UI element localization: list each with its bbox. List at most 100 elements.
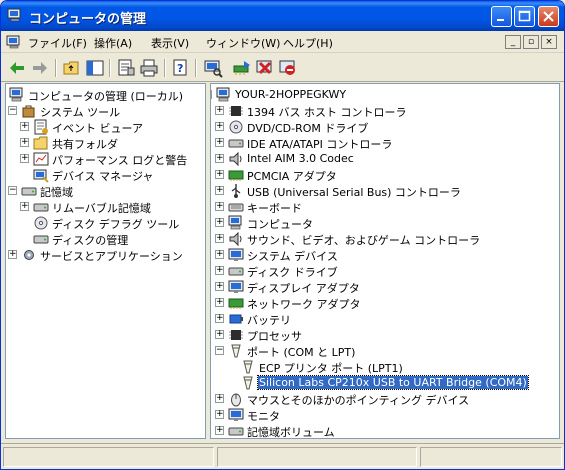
mdi-minimize-button[interactable]: _ [505,35,521,49]
system-device-icon [228,247,244,263]
tree-item[interactable]: + Intel AIM 3.0 Codec [211,151,559,167]
tree-item[interactable]: − ポート (COM と LPT) [211,343,559,359]
mdi-restore-button[interactable]: ▫ [523,35,539,49]
tree-item[interactable]: + 記憶域ボリューム [211,423,559,438]
status-cell [420,447,562,467]
computer-management-icon [9,87,25,103]
minimize-button[interactable] [491,6,512,27]
tree-item[interactable]: − システム ツール [6,103,205,119]
tree-item[interactable]: + モニタ [211,407,559,423]
expand-icon[interactable]: + [215,154,224,163]
expand-icon[interactable]: + [215,394,224,403]
tree-item[interactable]: + サウンド、ビデオ、およびゲーム コントローラ [211,231,559,247]
expand-icon[interactable]: + [215,218,224,227]
cdrom-icon [228,119,244,135]
menu-view[interactable]: 表示(V) [151,35,189,51]
uninstall-icon[interactable] [255,58,275,78]
tree-item[interactable]: + ディスク ドライブ [211,263,559,279]
tree-item[interactable]: デバイス マネージャ [6,167,205,183]
expand-icon[interactable]: + [215,330,224,339]
tree-item[interactable]: + マウスとそのほかのポインティング デバイス [211,391,559,407]
tree-item[interactable]: + コンピュータ [211,215,559,231]
tree-item[interactable]: ECP プリンタ ポート (LPT1) [211,359,559,375]
collapse-icon[interactable]: − [8,186,17,195]
expand-icon[interactable]: + [215,314,224,323]
expand-icon[interactable]: + [215,250,224,259]
tree-item[interactable]: + キーボード [211,199,559,215]
expand-icon[interactable]: + [215,282,224,291]
tree-item[interactable]: Silicon Labs CP210x USB to UART Bridge (… [211,375,559,391]
collapse-icon[interactable]: − [211,90,212,99]
expand-icon[interactable]: + [215,138,224,147]
forward-arrow-icon[interactable] [30,58,50,78]
tree-item-label: システム ツール [40,106,121,119]
menu-file[interactable]: ファイル(F) [28,35,87,51]
scan-hardware-icon[interactable] [203,58,223,78]
tree-item[interactable]: + USB (Universal Serial Bus) コントローラ [211,183,559,199]
tree-item[interactable]: − 記憶域 [6,183,205,199]
expand-icon[interactable]: + [215,298,224,307]
tree-item[interactable]: + バッテリ [211,311,559,327]
expand-icon[interactable]: + [20,202,29,211]
close-button[interactable] [538,6,559,27]
tree-item[interactable]: コンピュータの管理 (ローカル) [6,87,205,103]
menu-help[interactable]: ヘルプ(H) [283,35,333,51]
tree-item-label: IDE ATA/ATAPI コントローラ [247,138,393,151]
tree-item[interactable]: + ネットワーク アダプタ [211,295,559,311]
tree-item[interactable]: +1394 バス ホスト コントローラ [211,103,559,119]
device-tree-pane[interactable]: − YOUR-2HOPPEGKWY +1394 バス ホスト コントローラ+DVD/… [210,83,560,439]
title-bar[interactable]: コンピュータの管理 [1,1,564,31]
expand-icon[interactable]: + [215,266,224,275]
maximize-button[interactable] [514,6,535,27]
mdi-close-button[interactable]: × [541,35,557,49]
tree-item[interactable]: + パフォーマンス ログと警告 [6,151,205,167]
collapse-icon[interactable]: − [8,106,17,115]
toolbar: ? [1,54,564,82]
tree-item-label: 共有フォルダ [52,138,118,151]
up-folder-icon[interactable] [62,58,82,78]
tree-item[interactable]: + PCMCIA アダプタ [211,167,559,183]
tree-item[interactable]: + DVD/CD-ROM ドライブ [211,119,559,135]
expand-icon[interactable]: + [215,426,224,435]
show-hide-tree-icon[interactable] [85,58,105,78]
tree-item[interactable]: − YOUR-2HOPPEGKWY [211,87,559,103]
tree-item[interactable]: + イベント ビューア [6,119,205,135]
expand-icon[interactable]: + [215,410,224,419]
tree-item[interactable]: ディスク デフラグ ツール [6,215,205,231]
bus-controller-icon [228,103,244,119]
tree-item-label: YOUR-2HOPPEGKWY [235,88,347,101]
expand-icon[interactable]: + [8,250,17,259]
back-arrow-icon[interactable] [7,58,27,78]
collapse-icon[interactable]: − [215,346,224,355]
tree-item-label: 1394 バス ホスト コントローラ [247,106,407,119]
tree-item[interactable]: ディスクの管理 [6,231,205,247]
expand-icon[interactable]: + [20,138,29,147]
mmc-document-icon[interactable] [6,34,22,50]
print-icon[interactable] [139,58,159,78]
tree-item[interactable]: + サービスとアプリケーション [6,247,205,263]
tree-item-label: リムーバブル記憶域 [52,202,151,215]
tree-item[interactable]: + ディスプレイ アダプタ [211,279,559,295]
update-driver-icon[interactable] [232,58,252,78]
tree-item[interactable]: + IDE ATA/ATAPI コントローラ [211,135,559,151]
tree-item[interactable]: + プロセッサ [211,327,559,343]
expand-icon[interactable]: + [215,106,224,115]
tree-item[interactable]: + リムーバブル記憶域 [6,199,205,215]
tree-item[interactable]: + システム デバイス [211,247,559,263]
expand-icon[interactable]: + [215,170,224,179]
properties-icon[interactable] [116,58,136,78]
menu-action[interactable]: 操作(A) [94,35,132,51]
expand-icon[interactable]: + [215,186,224,195]
expand-icon[interactable]: + [20,154,29,163]
disk-management-icon [33,231,49,247]
expand-icon[interactable]: + [215,234,224,243]
tree-item[interactable]: + 共有フォルダ [6,135,205,151]
help-icon[interactable]: ? [171,58,191,78]
console-tree-pane[interactable]: コンピュータの管理 (ローカル) − システム ツール + イベント ビューア + 共有フォ… [5,83,206,439]
expand-icon[interactable]: + [215,122,224,131]
expand-icon[interactable]: + [215,202,224,211]
disable-icon[interactable] [278,58,298,78]
network-adapter-icon [228,295,244,311]
menu-window[interactable]: ウィンドウ(W) [206,35,280,51]
expand-icon[interactable]: + [20,122,29,131]
